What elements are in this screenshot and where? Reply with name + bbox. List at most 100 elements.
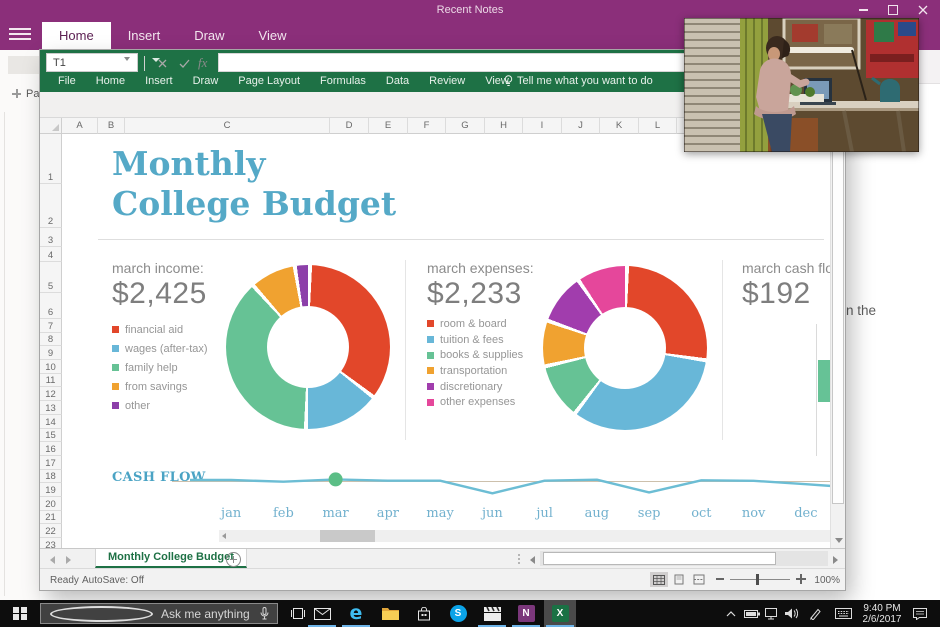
video-window[interactable] — [683, 16, 920, 153]
add-page-button[interactable]: Pa — [12, 88, 40, 100]
row-header[interactable]: 17 — [40, 455, 62, 470]
ribbon-tab[interactable]: Review — [419, 70, 475, 92]
page-layout-view-button[interactable] — [670, 572, 688, 587]
column-header[interactable]: D — [330, 118, 369, 134]
hamburger-menu-icon[interactable] — [9, 28, 31, 43]
scrollbar-thumb[interactable] — [832, 150, 844, 504]
new-sheet-button[interactable] — [226, 552, 241, 567]
row-header[interactable]: 10 — [40, 360, 62, 374]
row-header[interactable]: 18 — [40, 469, 62, 484]
enter-icon[interactable] — [176, 55, 192, 71]
normal-view-button[interactable] — [650, 572, 668, 587]
network-tray-icon[interactable] — [762, 600, 780, 627]
scroll-left-icon[interactable] — [222, 533, 226, 539]
ribbon-tab[interactable]: Draw — [183, 70, 229, 92]
taskbar-file-explorer-icon[interactable] — [374, 600, 406, 627]
row-header[interactable]: 5 — [40, 262, 62, 293]
cashflow-mini-bar[interactable] — [818, 360, 830, 402]
ribbon-tab[interactable]: Data — [376, 70, 419, 92]
row-header[interactable]: 2 — [40, 184, 62, 228]
next-sheet-icon[interactable] — [66, 556, 71, 564]
tell-me-box[interactable]: Tell me what you want to do — [504, 70, 653, 92]
column-header[interactable]: F — [408, 118, 446, 134]
row-header[interactable]: 23 — [40, 538, 62, 548]
zoom-level[interactable]: 100% — [808, 575, 840, 586]
onenote-search-box[interactable] — [8, 56, 39, 74]
select-all-corner[interactable] — [40, 118, 62, 134]
ribbon-tab[interactable]: File — [48, 70, 86, 92]
column-header[interactable]: E — [369, 118, 408, 134]
taskbar-clock[interactable]: 9:40 PM 2/6/2017 — [856, 600, 908, 627]
action-center-tray-icon[interactable] — [910, 600, 930, 627]
taskbar-skype-icon[interactable]: S — [442, 600, 474, 627]
horizontal-scrollbar[interactable] — [540, 551, 828, 566]
row-header[interactable]: 20 — [40, 496, 62, 511]
row-header[interactable]: 11 — [40, 373, 62, 388]
ribbon-tab[interactable]: Page Layout — [228, 70, 310, 92]
row-header[interactable]: 13 — [40, 401, 62, 415]
row-header[interactable]: 3 — [40, 228, 62, 247]
hidden-icons-chevron[interactable] — [722, 600, 740, 627]
taskbar-onenote-icon[interactable]: N — [510, 600, 542, 627]
expenses-donut-chart[interactable] — [543, 266, 707, 430]
name-box-dropdown-icon[interactable] — [124, 57, 130, 79]
windows-ink-tray-icon[interactable] — [806, 600, 824, 627]
maximize-button[interactable] — [878, 0, 908, 20]
scrollbar-thumb[interactable] — [320, 530, 375, 542]
minimize-button[interactable] — [848, 0, 878, 20]
row-header[interactable]: 12 — [40, 387, 62, 402]
scroll-down-icon[interactable] — [835, 538, 843, 543]
row-header[interactable]: 9 — [40, 346, 62, 361]
column-header[interactable]: H — [485, 118, 523, 134]
ribbon-tab[interactable]: Formulas — [310, 70, 376, 92]
column-header[interactable]: J — [562, 118, 600, 134]
insert-function-button[interactable]: fx — [198, 55, 207, 71]
scroll-left-icon[interactable] — [530, 556, 535, 564]
column-header[interactable]: G — [446, 118, 485, 134]
row-header[interactable]: 8 — [40, 332, 62, 347]
column-header[interactable]: I — [523, 118, 562, 134]
onenote-tab[interactable]: Home — [42, 22, 111, 50]
onenote-tab[interactable]: Insert — [111, 22, 178, 50]
start-button[interactable] — [0, 600, 40, 627]
row-header[interactable]: 22 — [40, 524, 62, 538]
zoom-slider[interactable] — [730, 579, 790, 580]
taskbar-edge-icon[interactable]: e — [340, 600, 372, 627]
column-header[interactable]: C — [125, 118, 330, 134]
column-header[interactable]: L — [639, 118, 677, 134]
sheet-canvas[interactable]: Monthly College Budget march income: $2,… — [62, 134, 830, 548]
taskbar-movies-tv-icon[interactable] — [476, 600, 508, 627]
column-header[interactable]: A — [62, 118, 98, 134]
row-header[interactable]: 15 — [40, 428, 62, 443]
sheet-tab[interactable]: Monthly College Budget — [95, 549, 247, 568]
touch-keyboard-tray-icon[interactable] — [832, 600, 854, 627]
scroll-right-icon[interactable] — [833, 556, 838, 564]
row-header[interactable]: 6 — [40, 293, 62, 319]
row-header[interactable]: 19 — [40, 483, 62, 497]
zoom-out-button[interactable] — [716, 578, 724, 580]
previous-sheet-icon[interactable] — [50, 556, 55, 564]
taskbar-mail-icon[interactable] — [306, 600, 338, 627]
close-button[interactable] — [908, 0, 938, 20]
embedded-horizontal-scrollbar[interactable] — [219, 530, 830, 542]
taskbar-search-box[interactable]: Ask me anything — [40, 603, 278, 624]
page-break-view-button[interactable] — [690, 572, 708, 587]
row-header[interactable]: 1 — [40, 134, 62, 184]
ribbon-tab[interactable]: Insert — [135, 70, 183, 92]
row-header[interactable]: 16 — [40, 442, 62, 456]
onenote-tab[interactable]: View — [242, 22, 304, 50]
battery-tray-icon[interactable] — [742, 600, 762, 627]
vertical-scrollbar[interactable] — [830, 134, 845, 548]
cancel-icon[interactable] — [154, 55, 170, 71]
row-header[interactable]: 21 — [40, 510, 62, 525]
onenote-tab[interactable]: Draw — [177, 22, 241, 50]
income-donut-chart[interactable] — [226, 265, 390, 429]
column-header[interactable]: K — [600, 118, 639, 134]
row-header[interactable]: 14 — [40, 414, 62, 429]
status-autosave[interactable]: AutoSave: Off — [82, 575, 144, 586]
zoom-in-button[interactable] — [796, 574, 806, 584]
scrollbar-thumb[interactable] — [543, 552, 776, 565]
microphone-icon[interactable] — [260, 607, 269, 620]
zoom-slider-handle[interactable] — [756, 574, 759, 585]
volume-tray-icon[interactable] — [782, 600, 800, 627]
